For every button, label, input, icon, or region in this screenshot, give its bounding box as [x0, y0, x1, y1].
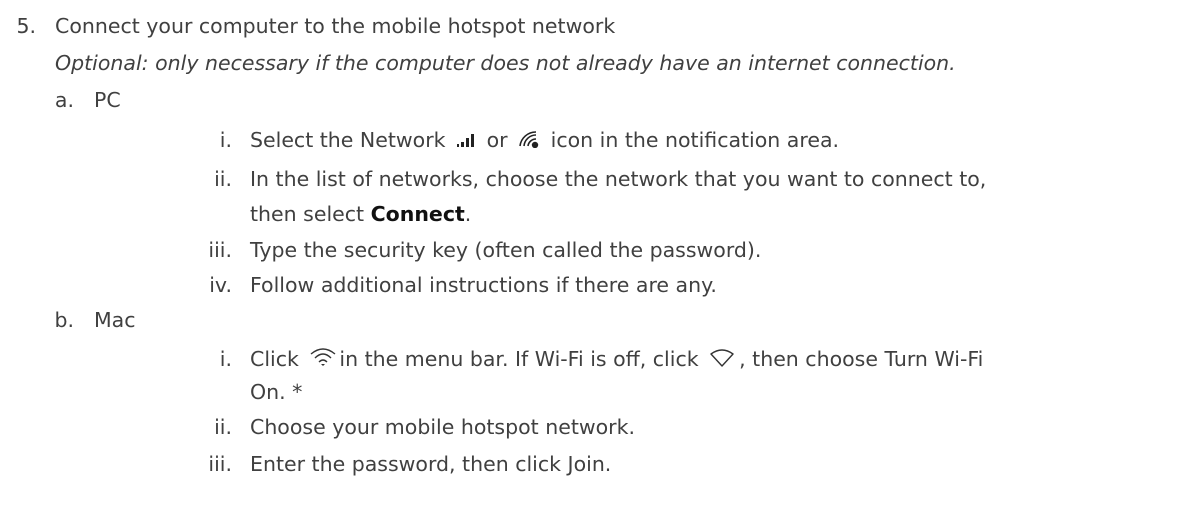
wifi-off-icon	[709, 345, 735, 375]
step-title: Connect your computer to the mobile hots…	[55, 14, 616, 38]
cellular-signal-icon	[456, 126, 476, 156]
pc-item-ii-line2: then select Connect.	[250, 199, 471, 229]
pc-item-iv-number: iv.	[209, 273, 232, 297]
step-note: Optional: only necessary if the computer…	[55, 51, 956, 75]
connect-label: Connect	[370, 202, 465, 226]
substep-letter-pc: a.	[54, 88, 74, 112]
pc-item-iv: Follow additional instructions if there …	[250, 273, 717, 297]
substep-label-pc: PC	[94, 88, 121, 112]
mac-item-i-line1: Click in the menu bar. If Wi-Fi is off, …	[250, 344, 983, 375]
substep-label-mac: Mac	[94, 308, 136, 332]
pc-item-ii-post: .	[464, 202, 472, 226]
mac-item-iii: Enter the password, then click Join.	[250, 452, 612, 476]
mac-item-i-number: i.	[219, 347, 232, 371]
wifi-mac-icon	[309, 345, 337, 375]
mac-item-i-pre: Click	[250, 347, 299, 371]
pc-item-iii-number: iii.	[208, 238, 232, 262]
step-number: 5.	[16, 14, 36, 38]
pc-item-i-number: i.	[219, 128, 232, 152]
substep-letter-mac: b.	[54, 308, 74, 332]
mac-item-iii-number: iii.	[208, 452, 232, 476]
pc-item-ii-number: ii.	[214, 167, 232, 191]
pc-item-iii: Type the security key (often called the …	[250, 238, 762, 262]
mac-item-i-mid: in the menu bar. If Wi-Fi is off, click	[339, 347, 699, 371]
mac-item-i-line2: On. *	[250, 380, 303, 404]
pc-item-ii-line1: In the list of networks, choose the netw…	[250, 167, 987, 191]
mac-item-ii-number: ii.	[214, 415, 232, 439]
pc-item-ii-pre: then select	[250, 202, 365, 226]
pc-item-i-post: icon in the notification area.	[550, 128, 840, 152]
pc-item-i-pre: Select the Network	[250, 128, 446, 152]
mac-item-ii: Choose your mobile hotspot network.	[250, 415, 635, 439]
pc-item-i: Select the Network or icon in the notifi…	[250, 125, 839, 156]
pc-item-i-or: or	[486, 128, 508, 152]
mac-item-i-post: , then choose Turn Wi-Fi	[739, 347, 984, 371]
wifi-windows-icon	[518, 126, 540, 156]
